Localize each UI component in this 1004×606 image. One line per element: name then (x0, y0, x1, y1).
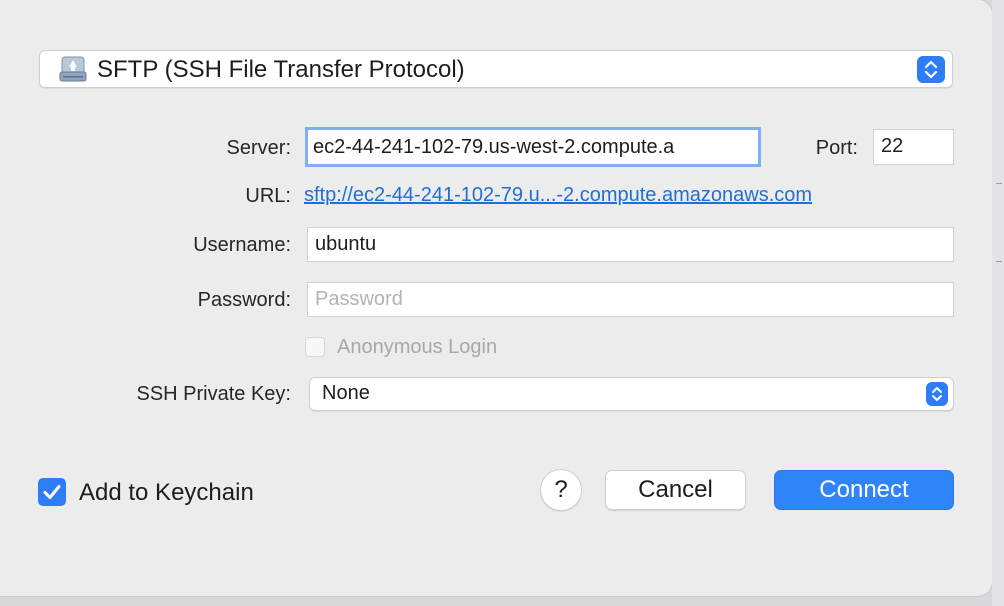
checkmark-icon (43, 485, 61, 499)
background-window-edge (992, 0, 1004, 606)
username-field[interactable]: ubuntu (307, 227, 954, 262)
network-drive-icon (58, 55, 88, 83)
cancel-button[interactable]: Cancel (605, 470, 746, 510)
port-field[interactable]: 22 (873, 129, 954, 165)
url-link[interactable]: sftp://ec2-44-241-102-79.u...-2.compute.… (304, 184, 812, 207)
ssh-key-label: SSH Private Key: (136, 383, 291, 405)
url-label: URL: (245, 185, 291, 207)
help-button[interactable]: ? (540, 469, 582, 511)
protocol-popup[interactable]: SFTP (SSH File Transfer Protocol) (39, 50, 953, 88)
chevron-updown-icon[interactable] (917, 56, 945, 83)
ssh-key-value: None (322, 382, 370, 404)
protocol-label: SFTP (SSH File Transfer Protocol) (97, 56, 465, 83)
add-to-keychain-label: Add to Keychain (79, 479, 254, 506)
chevron-updown-icon[interactable] (926, 382, 948, 406)
connect-button[interactable]: Connect (774, 470, 954, 510)
server-field[interactable]: ec2-44-241-102-79.us-west-2.compute.a (305, 127, 761, 167)
anonymous-login-checkbox[interactable] (305, 337, 325, 357)
password-label: Password: (197, 289, 291, 311)
connection-dialog: SFTP (SSH File Transfer Protocol) Server… (0, 0, 992, 596)
ssh-key-popup[interactable]: None (309, 377, 954, 411)
port-label: Port: (815, 137, 858, 159)
anonymous-login-label: Anonymous Login (337, 336, 498, 358)
password-placeholder: Password (315, 288, 403, 310)
username-label: Username: (193, 234, 291, 256)
add-to-keychain-checkbox[interactable] (38, 478, 66, 506)
server-label: Server: (226, 137, 291, 159)
password-field[interactable]: Password (307, 282, 954, 317)
